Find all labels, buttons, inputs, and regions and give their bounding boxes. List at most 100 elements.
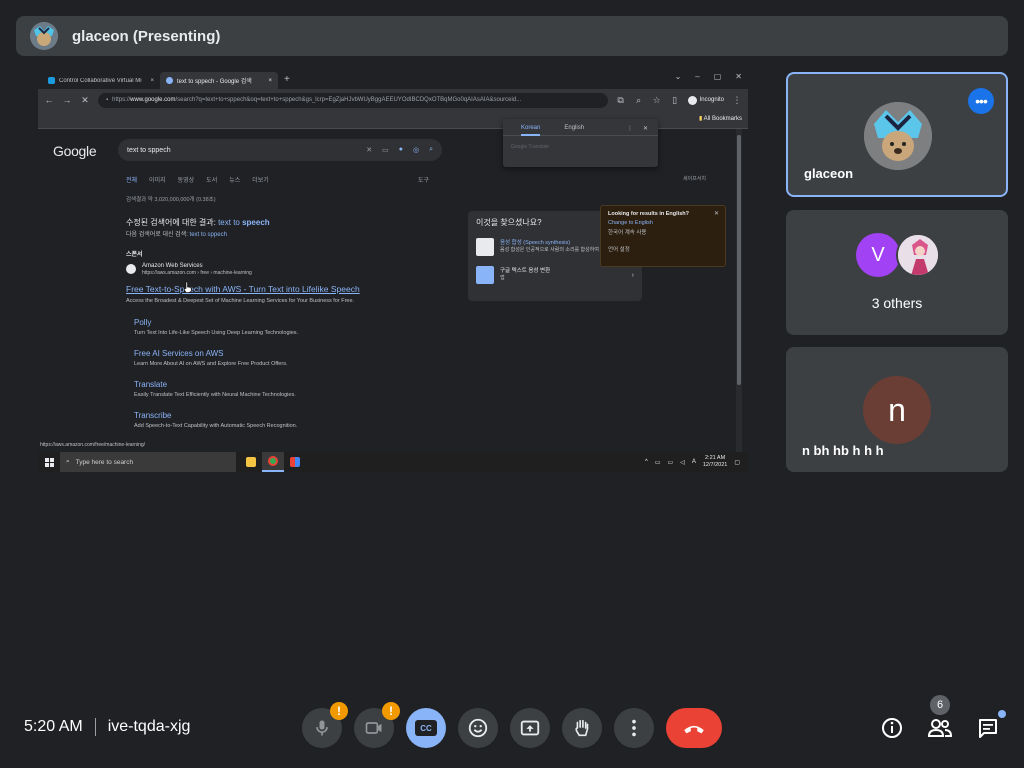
windows-start-icon[interactable] — [38, 457, 60, 467]
language-icon[interactable]: A — [692, 459, 696, 465]
translate-tab-english[interactable]: English — [564, 125, 584, 135]
mic-icon[interactable]: ● — [399, 146, 403, 154]
keyboard-icon[interactable]: ▭ — [382, 146, 389, 154]
reactions-button[interactable] — [458, 708, 498, 748]
keep-korean-link[interactable]: 한국어 계속 사용 — [608, 228, 718, 236]
taskbar-search[interactable]: ⌕ Type here to search — [60, 452, 236, 472]
result-stats: 검색결과 약 3,020,000,000개 (0.38초) — [126, 197, 216, 203]
network-icon[interactable]: ▭ — [668, 459, 674, 466]
browser-tab-google[interactable]: text to sppech - Google 검색 × — [160, 72, 278, 89]
kebab-menu-icon[interactable]: ⋮ — [627, 125, 633, 132]
url-field[interactable]: ▪ https://www.google.com/search?q=text+t… — [98, 92, 608, 108]
side-panel-icon[interactable]: ▯ — [670, 95, 680, 106]
sitelink-title[interactable]: Free AI Services on AWS — [134, 349, 287, 358]
raise-hand-button[interactable] — [562, 708, 602, 748]
sitelink-translate[interactable]: Translate Easily Translate Text Efficien… — [134, 380, 296, 398]
mic-toggle-button[interactable]: ! — [302, 702, 348, 748]
more-options-button[interactable] — [614, 708, 654, 748]
tab-videos[interactable]: 동영상 — [178, 175, 195, 184]
star-icon[interactable]: ☆ — [652, 95, 662, 106]
panel-item-title[interactable]: 구글 텍스트 음성 변환 — [500, 266, 550, 274]
tab-news[interactable]: 뉴스 — [229, 175, 240, 184]
camera-toggle-button[interactable]: ! — [354, 702, 400, 748]
translate-tab-korean[interactable]: Korean — [521, 125, 541, 136]
participant-tile-glaceon[interactable]: ••• glaceon — [786, 72, 1008, 197]
captions-icon: CC — [415, 720, 437, 736]
chrome-icon[interactable] — [262, 452, 284, 472]
all-bookmarks[interactable]: ▮ All Bookmarks — [699, 115, 742, 122]
tab-images[interactable]: 이미지 — [149, 175, 166, 184]
tip-heading: Looking for results in English? — [608, 211, 689, 217]
participant-avatar-image — [896, 233, 940, 277]
tab-books[interactable]: 도서 — [206, 175, 217, 184]
stop-icon[interactable]: ✕ — [80, 95, 90, 106]
people-button[interactable]: 6 — [925, 695, 955, 743]
chat-button[interactable] — [973, 710, 1006, 743]
captions-button[interactable]: CC — [406, 708, 446, 748]
lens-icon[interactable]: ◎ — [413, 146, 419, 154]
close-icon[interactable]: ✕ — [714, 210, 719, 217]
translate-icon[interactable]: ⧉ — [616, 95, 626, 106]
tab-search-icon[interactable]: ⌄ — [675, 72, 682, 81]
ad-source-url: https://aws.amazon.com › free › machine-… — [142, 270, 252, 276]
page-scrollbar[interactable] — [736, 129, 742, 452]
browser-tab-collab[interactable]: Control Collaborative Virtual Mi × — [42, 72, 160, 89]
correction-link[interactable]: text to speech — [218, 218, 270, 227]
browser-menu-icon[interactable]: ⋮ — [732, 95, 742, 106]
present-screen-button[interactable] — [510, 708, 550, 748]
incognito-indicator[interactable]: Incognito — [687, 95, 724, 105]
close-window-icon[interactable]: ✕ — [735, 72, 742, 81]
file-explorer-icon[interactable] — [240, 452, 262, 472]
google-search-box[interactable]: text to sppech ✕ ▭ ● ◎ ⌕ — [118, 139, 442, 161]
presenter-bar: glaceon (Presenting) — [16, 16, 1008, 56]
status-bar-url: https://aws.amazon.com/free/machine-lear… — [40, 442, 146, 448]
language-settings-link[interactable]: 언어 설정 — [608, 245, 718, 253]
display-icon[interactable]: ▭ — [655, 459, 661, 466]
google-logo[interactable]: Google — [53, 143, 97, 159]
tab-more[interactable]: 더보기 — [252, 175, 269, 184]
search-icon[interactable]: ⌕ — [429, 146, 433, 154]
taskbar-clock[interactable]: 2:21 AM 12/7/2021 — [703, 455, 727, 469]
chevron-right-icon[interactable]: › — [632, 272, 634, 279]
minimize-icon[interactable]: – — [695, 72, 699, 81]
tab-label: text to sppech - Google 검색 — [177, 79, 252, 85]
maximize-icon[interactable]: ▢ — [714, 72, 722, 81]
close-icon[interactable]: ✕ — [643, 125, 648, 132]
sitelink-free-ai[interactable]: Free AI Services on AWS Learn More About… — [134, 349, 287, 367]
sitelink-transcribe[interactable]: Transcribe Add Speech-to-Text Capability… — [134, 411, 297, 429]
zoom-icon[interactable]: ⌕ — [634, 95, 644, 106]
sitelink-title[interactable]: Translate — [134, 380, 296, 389]
change-to-english-link[interactable]: Change to English — [608, 220, 718, 226]
google-results-page: Google text to sppech ✕ ▭ ● ◎ ⌕ 전체 이미지 동… — [38, 119, 742, 452]
sitelink-title[interactable]: Polly — [134, 318, 298, 327]
back-icon[interactable]: ← — [44, 95, 54, 105]
leave-call-button[interactable] — [666, 708, 722, 748]
clear-icon[interactable]: ✕ — [366, 146, 372, 154]
chevron-up-icon[interactable]: ^ — [645, 459, 648, 465]
tab-all[interactable]: 전체 — [126, 175, 137, 184]
participant-tile-others[interactable]: V 3 others — [786, 210, 1008, 335]
meeting-details-button[interactable] — [877, 713, 907, 743]
sitelink-desc: Turn Text Into Life-Like Speech Using De… — [134, 330, 299, 336]
volume-icon[interactable]: ◁ — [680, 459, 685, 466]
ad-source[interactable]: Amazon Web Services https://aws.amazon.c… — [126, 262, 252, 276]
more-options-button[interactable]: ••• — [968, 88, 994, 114]
notification-icon[interactable]: ▢ — [734, 459, 740, 466]
tools-button[interactable]: 도구 — [418, 175, 429, 184]
participant-tile-n[interactable]: n n bh hb h h h — [786, 347, 1008, 472]
panel-item[interactable]: 구글 텍스트 음성 변환 앱 › — [468, 266, 642, 284]
tab-close-icon[interactable]: × — [268, 78, 272, 84]
ad-title-link[interactable]: Free Text-to-Speech with AWS - Turn Text… — [126, 284, 360, 294]
current-time: 5:20 AM — [24, 718, 83, 735]
tab-close-icon[interactable]: × — [150, 78, 154, 84]
new-tab-button[interactable]: + — [278, 74, 296, 85]
forward-icon[interactable]: → — [62, 95, 72, 105]
safesearch-button[interactable]: 세이프서치 — [683, 175, 706, 182]
search-icon: ⌕ — [66, 458, 70, 465]
sitelink-title[interactable]: Transcribe — [134, 411, 297, 420]
scrollbar-thumb[interactable] — [737, 135, 741, 385]
translate-footer: Google Translate — [511, 144, 550, 150]
sitelink-polly[interactable]: Polly Turn Text Into Life-Like Speech Us… — [134, 318, 298, 336]
app-grid-icon[interactable] — [284, 452, 306, 472]
search-instead-link[interactable]: text to sppech — [190, 232, 227, 238]
